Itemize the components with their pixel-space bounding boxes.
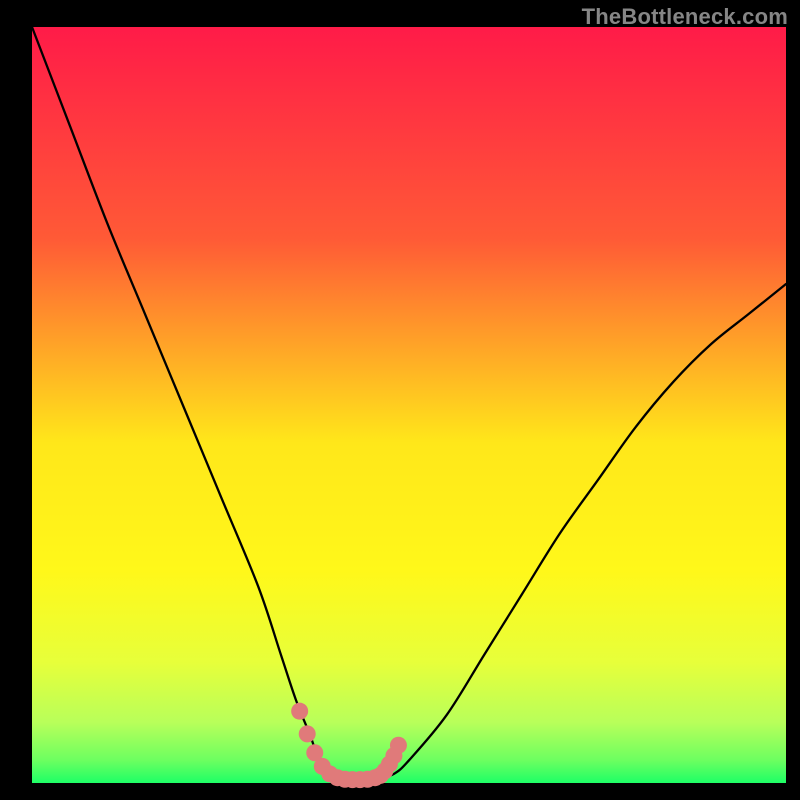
plot-background [32,27,786,783]
optimal-marker [390,737,407,754]
optimal-marker [291,703,308,720]
optimal-marker [299,725,316,742]
watermark-text: TheBottleneck.com [582,4,788,30]
chart-container: { "watermark": { "text": "TheBottleneck.… [0,0,800,800]
bottleneck-chart [0,0,800,800]
